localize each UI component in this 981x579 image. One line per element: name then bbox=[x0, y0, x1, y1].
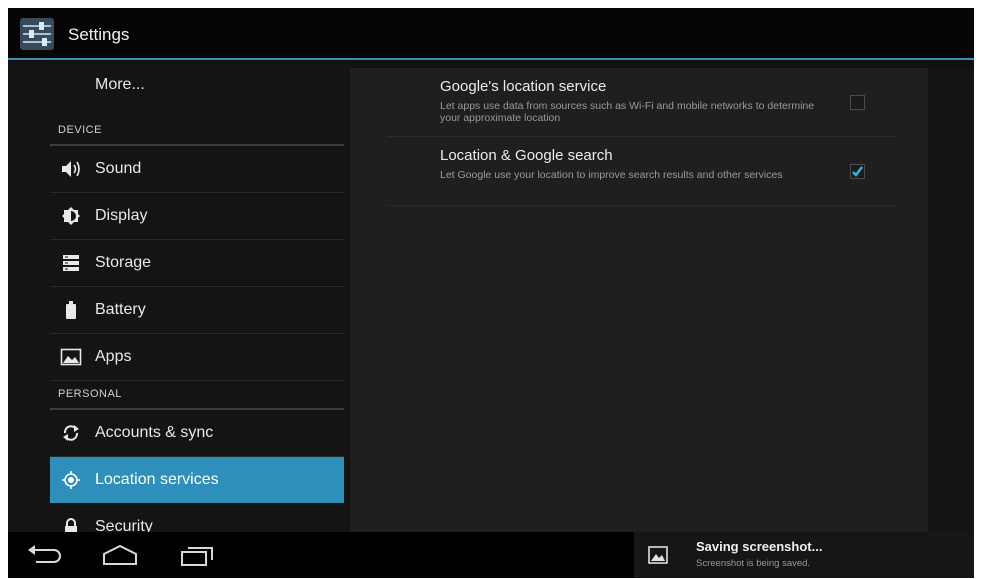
lock-icon bbox=[60, 517, 82, 532]
checkbox-checked[interactable] bbox=[850, 164, 865, 179]
sidebar-item-label: Storage bbox=[95, 254, 152, 271]
sidebar-item-label: Accounts & sync bbox=[95, 424, 214, 441]
sidebar-item-label: Display bbox=[95, 207, 148, 224]
sidebar-item-label: Sound bbox=[95, 160, 142, 177]
sidebar-item-battery[interactable]: Battery bbox=[50, 287, 344, 334]
pref-google-location-service[interactable]: Google's location service Let apps use d… bbox=[388, 68, 896, 137]
checkbox-unchecked[interactable] bbox=[850, 95, 865, 110]
speaker-icon bbox=[60, 159, 82, 179]
pref-title: Location & Google search bbox=[440, 147, 613, 164]
home-icon[interactable] bbox=[98, 542, 142, 568]
sidebar-item-label: Security bbox=[95, 518, 153, 532]
notification-title: Saving screenshot... bbox=[696, 539, 823, 554]
sidebar-item-label: Battery bbox=[95, 301, 146, 318]
sync-icon bbox=[60, 423, 82, 443]
pref-summary: Let Google use your location to improve … bbox=[440, 169, 783, 181]
recent-apps-icon[interactable] bbox=[176, 542, 220, 568]
settings-sliders-icon[interactable] bbox=[20, 18, 54, 50]
pref-summary: Let apps use data from sources such as W… bbox=[440, 100, 815, 124]
settings-sidebar[interactable]: More... DEVICE Sound Display Storage Bat… bbox=[8, 62, 350, 532]
brightness-icon bbox=[60, 206, 82, 226]
back-icon[interactable] bbox=[24, 542, 68, 568]
action-bar-divider bbox=[8, 58, 974, 60]
sidebar-item-sound[interactable]: Sound bbox=[50, 146, 344, 193]
battery-icon bbox=[60, 300, 82, 320]
sidebar-item-security[interactable]: Security bbox=[50, 504, 344, 532]
location-icon bbox=[60, 470, 82, 490]
scroll-gutter bbox=[928, 68, 974, 532]
section-header-device: DEVICE bbox=[58, 124, 102, 136]
sidebar-item-more[interactable]: More... bbox=[50, 62, 344, 108]
section-header-personal: PERSONAL bbox=[58, 388, 122, 400]
sidebar-item-label: Apps bbox=[95, 348, 132, 365]
pref-location-google-search[interactable]: Location & Google search Let Google use … bbox=[388, 137, 896, 206]
sidebar-item-apps[interactable]: Apps bbox=[50, 334, 344, 381]
sidebar-item-location-services[interactable]: Location services bbox=[50, 457, 344, 503]
image-icon bbox=[648, 545, 668, 565]
storage-icon bbox=[60, 253, 82, 273]
apps-icon bbox=[60, 347, 82, 367]
sidebar-item-accounts-sync[interactable]: Accounts & sync bbox=[50, 410, 344, 457]
app-title: Settings bbox=[68, 25, 130, 44]
checkmark-icon bbox=[852, 166, 863, 177]
action-bar: Settings bbox=[8, 8, 974, 60]
sidebar-item-label: Location services bbox=[95, 471, 219, 488]
sidebar-item-label: More... bbox=[95, 76, 145, 93]
sidebar-item-display[interactable]: Display bbox=[50, 193, 344, 240]
screenshot-notification[interactable]: Saving screenshot... Screenshot is being… bbox=[634, 532, 974, 578]
pref-title: Google's location service bbox=[440, 78, 607, 95]
tablet-screen: Settings More... DEVICE Sound Display St… bbox=[8, 8, 974, 578]
location-settings-pane: Google's location service Let apps use d… bbox=[350, 68, 928, 532]
notification-text: Screenshot is being saved. bbox=[696, 558, 811, 569]
system-navigation-bar: Saving screenshot... Screenshot is being… bbox=[8, 532, 974, 578]
sidebar-item-storage[interactable]: Storage bbox=[50, 240, 344, 287]
